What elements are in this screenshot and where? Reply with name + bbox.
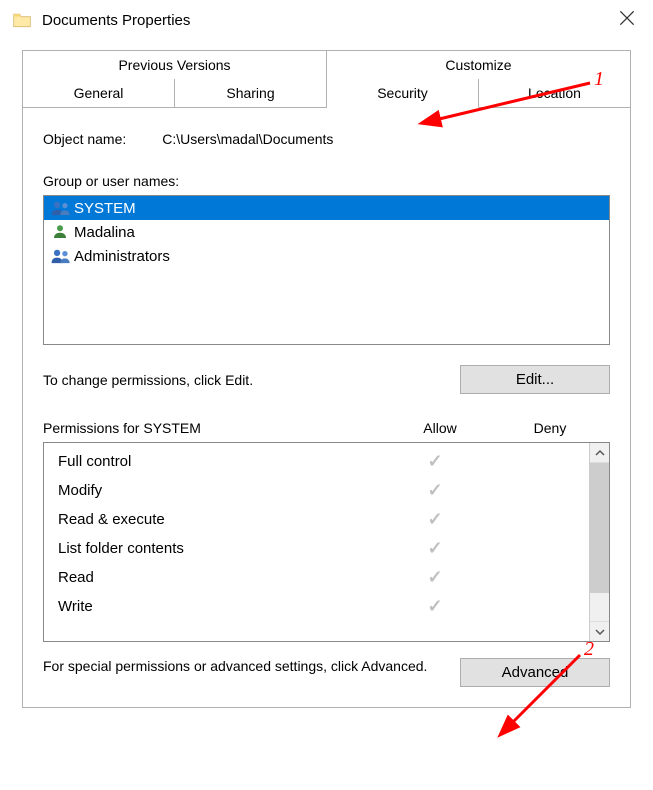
- tab-customize[interactable]: Customize: [327, 50, 631, 79]
- titlebar: Documents Properties: [0, 0, 653, 40]
- object-name-label: Object name:: [43, 131, 126, 147]
- checkmark-icon: ✓: [427, 538, 442, 558]
- users-pair-icon: [50, 247, 70, 265]
- folder-icon: [12, 10, 32, 30]
- scroll-up-arrow-icon[interactable]: [590, 443, 609, 463]
- permission-allow: ✓: [385, 596, 485, 617]
- close-button[interactable]: [617, 8, 641, 32]
- permission-row: Modify ✓: [58, 476, 585, 505]
- permissions-listbox: Full control✓Modify✓Read & execute✓List …: [43, 442, 610, 642]
- checkmark-icon: ✓: [427, 480, 442, 500]
- permission-allow: ✓: [385, 509, 485, 530]
- checkmark-icon: ✓: [427, 451, 442, 471]
- list-item[interactable]: SYSTEM: [44, 196, 609, 220]
- permission-name: Read & execute: [58, 511, 385, 528]
- annotation-arrow-2: [475, 650, 595, 740]
- permission-row: Full control ✓: [58, 447, 585, 476]
- list-item[interactable]: Madalina: [44, 220, 609, 244]
- list-item-label: Administrators: [74, 248, 170, 265]
- permission-row: Read ✓: [58, 563, 585, 592]
- deny-column-label: Deny: [490, 420, 610, 436]
- window-title: Documents Properties: [42, 12, 190, 29]
- scroll-thumb[interactable]: [590, 463, 609, 593]
- allow-column-label: Allow: [390, 420, 490, 436]
- checkmark-icon: ✓: [427, 509, 442, 529]
- permission-allow: ✓: [385, 538, 485, 559]
- annotation-label-1: 1: [594, 68, 604, 91]
- edit-hint-text: To change permissions, click Edit.: [43, 372, 460, 388]
- permissions-for-label: Permissions for SYSTEM: [43, 420, 390, 436]
- tab-previous-versions[interactable]: Previous Versions: [22, 50, 327, 79]
- tab-sharing[interactable]: Sharing: [175, 79, 327, 108]
- list-item-label: SYSTEM: [74, 200, 136, 217]
- permissions-header: Permissions for SYSTEM Allow Deny: [43, 420, 610, 436]
- permission-name: Modify: [58, 482, 385, 499]
- permission-name: Full control: [58, 453, 385, 470]
- checkmark-icon: ✓: [427, 567, 442, 587]
- permission-row: Write ✓: [58, 592, 585, 621]
- user-single-icon: [50, 223, 70, 241]
- permission-allow: ✓: [385, 567, 485, 588]
- edit-button[interactable]: Edit...: [460, 365, 610, 394]
- permission-name: Write: [58, 598, 385, 615]
- group-users-label: Group or user names:: [43, 173, 610, 189]
- annotation-arrow-1: [420, 78, 600, 138]
- security-panel: Object name: C:\Users\madal\Documents Gr…: [22, 107, 631, 708]
- permission-allow: ✓: [385, 451, 485, 472]
- permission-row: List folder contents ✓: [58, 534, 585, 563]
- advanced-hint-text: For special permissions or advanced sett…: [43, 658, 460, 674]
- object-path: C:\Users\madal\Documents: [162, 131, 333, 147]
- checkmark-icon: ✓: [427, 596, 442, 616]
- permissions-scrollbar[interactable]: [589, 443, 609, 641]
- permission-name: Read: [58, 569, 385, 586]
- tab-general[interactable]: General: [22, 79, 175, 108]
- permission-name: List folder contents: [58, 540, 385, 557]
- group-users-listbox[interactable]: SYSTEM Madalina Administrators: [43, 195, 610, 345]
- annotation-label-2: 2: [584, 638, 594, 661]
- dialog-body: Previous Versions Customize General Shar…: [0, 40, 653, 728]
- users-pair-icon: [50, 199, 70, 217]
- permission-row: Read & execute ✓: [58, 505, 585, 534]
- list-item-label: Madalina: [74, 224, 135, 241]
- list-item[interactable]: Administrators: [44, 244, 609, 268]
- permission-allow: ✓: [385, 480, 485, 501]
